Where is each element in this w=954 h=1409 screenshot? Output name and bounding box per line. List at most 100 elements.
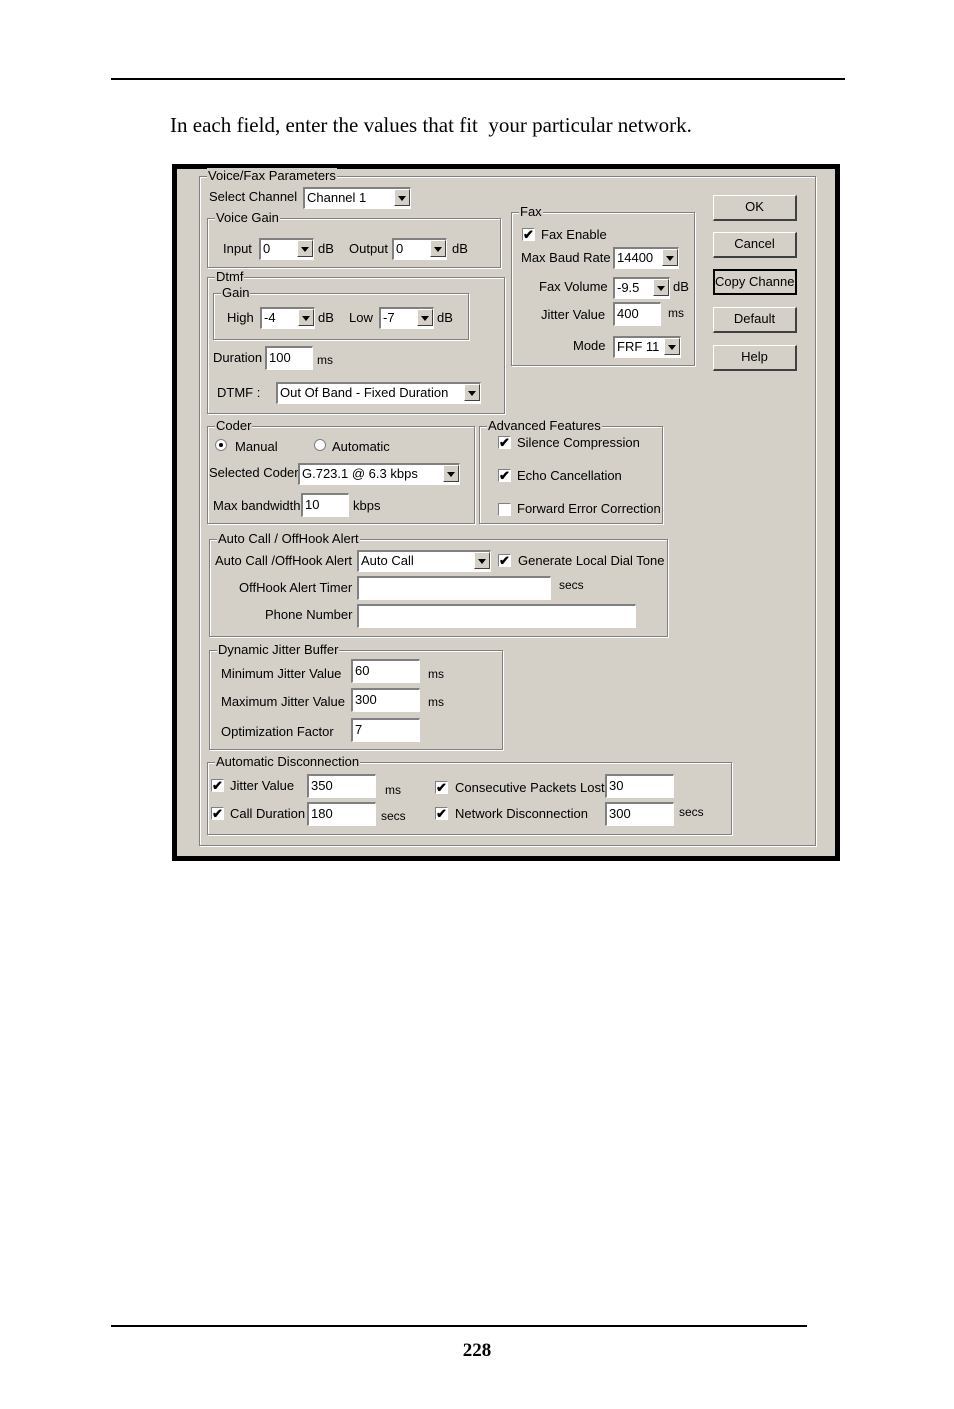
chevron-down-icon[interactable] <box>474 552 490 569</box>
dtmf-mode-value: Out Of Band - Fixed Duration <box>280 385 449 400</box>
dtmf-high-value: -4 <box>264 310 276 325</box>
chevron-down-icon[interactable] <box>297 240 313 257</box>
manual-label: Manual <box>235 439 278 454</box>
max-jitter-label: Maximum Jitter Value <box>221 694 346 709</box>
ok-button[interactable]: OK <box>713 195 797 221</box>
max-baud-rate-label: Max Baud Rate <box>521 250 611 265</box>
optimization-factor-label: Optimization Factor <box>221 724 334 739</box>
fax-jitter-field[interactable]: 400 <box>613 302 661 326</box>
phone-number-label: Phone Number <box>265 607 353 622</box>
chevron-down-icon[interactable] <box>664 338 680 355</box>
chevron-down-icon[interactable] <box>430 240 446 257</box>
manual-radio[interactable] <box>215 439 227 451</box>
disconnect-jitter-field[interactable]: 350 <box>307 774 376 798</box>
fax-volume-combo[interactable]: -9.5 <box>613 277 670 299</box>
echo-cancellation-checkbox[interactable]: ✔ <box>498 469 511 482</box>
max-bandwidth-label: Max bandwidth <box>213 498 301 513</box>
chevron-down-icon[interactable] <box>653 279 669 296</box>
offhook-timer-label: OffHook Alert Timer <box>239 580 353 595</box>
help-button[interactable]: Help <box>713 345 797 371</box>
generate-dial-tone-checkbox[interactable]: ✔ <box>498 554 511 567</box>
dtmf-low-unit: dB <box>437 310 453 325</box>
chevron-down-icon[interactable] <box>394 189 410 206</box>
copy-channel-button[interactable]: Copy Channel <box>713 269 797 295</box>
echo-cancellation-label: Echo Cancellation <box>517 468 622 483</box>
network-disconnection-unit: secs <box>679 805 704 819</box>
dtmf-low-label: Low <box>349 310 373 325</box>
intro-text: In each field, enter the values that fit… <box>170 113 692 137</box>
input-gain-combo[interactable]: 0 <box>259 238 314 260</box>
fax-volume-value: -9.5 <box>617 280 640 295</box>
max-jitter-field[interactable]: 300 <box>351 688 420 712</box>
voice-fax-parameters-title: Voice/Fax Parameters <box>207 168 337 183</box>
chevron-down-icon[interactable] <box>417 309 433 326</box>
packets-lost-field[interactable]: 30 <box>605 774 674 798</box>
call-duration-unit: secs <box>381 809 406 823</box>
voice-fax-dialog: Voice/Fax Parameters Select Channel Chan… <box>177 168 835 856</box>
fax-mode-combo[interactable]: FRF 11 <box>613 336 681 358</box>
fax-jitter-label: Jitter Value <box>541 307 606 322</box>
fax-volume-label: Fax Volume <box>539 279 608 294</box>
dtmf-high-label: High <box>227 310 254 325</box>
voice-gain-title: Voice Gain <box>215 210 280 225</box>
dtmf-high-combo[interactable]: -4 <box>260 307 315 329</box>
dialog-screenshot: Voice/Fax Parameters Select Channel Chan… <box>172 164 840 861</box>
jitter-buffer-title: Dynamic Jitter Buffer <box>217 642 340 657</box>
min-jitter-field[interactable]: 60 <box>351 659 420 683</box>
disconnect-jitter-unit: ms <box>385 783 401 797</box>
selected-coder-combo[interactable]: G.723.1 @ 6.3 kbps <box>298 463 460 485</box>
dtmf-duration-field[interactable]: 100 <box>265 346 313 370</box>
forward-error-correction-label: Forward Error Correction <box>517 501 661 516</box>
offhook-timer-field[interactable] <box>357 576 551 600</box>
fax-mode-label: Mode <box>573 338 606 353</box>
fax-enable-label: Fax Enable <box>541 227 607 242</box>
cancel-button[interactable]: Cancel <box>713 232 797 258</box>
page-number: 228 <box>462 1340 492 1361</box>
dtmf-duration-label: Duration <box>213 350 263 365</box>
input-gain-label: Input <box>223 241 252 256</box>
dtmf-mode-label: DTMF : <box>217 385 261 400</box>
min-jitter-label: Minimum Jitter Value <box>221 666 342 681</box>
silence-compression-checkbox[interactable]: ✔ <box>498 436 511 449</box>
dtmf-mode-combo[interactable]: Out Of Band - Fixed Duration <box>276 382 481 404</box>
fax-jitter-unit: ms <box>668 306 684 320</box>
max-baud-rate-combo[interactable]: 14400 <box>613 247 679 269</box>
auto-call-mode-label: Auto Call /OffHook Alert <box>215 553 353 568</box>
select-channel-combo[interactable]: Channel 1 <box>303 187 411 209</box>
output-gain-value: 0 <box>396 241 404 256</box>
disconnect-jitter-checkbox[interactable]: ✔ <box>211 779 224 792</box>
bottom-rule <box>111 1325 807 1327</box>
chevron-down-icon[interactable] <box>662 249 678 266</box>
fax-enable-checkbox[interactable]: ✔ <box>522 228 535 241</box>
output-gain-unit: dB <box>452 241 468 256</box>
selected-coder-label: Selected Coder <box>209 465 299 480</box>
coder-title: Coder <box>215 418 253 433</box>
network-disconnection-field[interactable]: 300 <box>605 802 674 826</box>
optimization-factor-field[interactable]: 7 <box>351 718 420 742</box>
output-gain-combo[interactable]: 0 <box>392 238 447 260</box>
chevron-down-icon[interactable] <box>464 384 480 401</box>
auto-call-mode-combo[interactable]: Auto Call <box>357 550 491 572</box>
chevron-down-icon[interactable] <box>298 309 314 326</box>
automatic-radio[interactable] <box>314 439 326 451</box>
forward-error-correction-checkbox[interactable] <box>498 503 511 516</box>
network-disconnection-checkbox[interactable]: ✔ <box>435 807 448 820</box>
dtmf-low-value: -7 <box>383 310 395 325</box>
default-button[interactable]: Default <box>713 307 797 333</box>
generate-dial-tone-label: Generate Local Dial Tone <box>518 553 665 568</box>
max-bandwidth-field[interactable]: 10 <box>301 493 349 517</box>
dtmf-low-combo[interactable]: -7 <box>379 307 434 329</box>
dtmf-gain-title: Gain <box>221 285 251 300</box>
auto-call-title: Auto Call / OffHook Alert <box>217 531 360 546</box>
max-bandwidth-unit: kbps <box>353 498 381 513</box>
packets-lost-checkbox[interactable]: ✔ <box>435 781 448 794</box>
call-duration-field[interactable]: 180 <box>307 802 376 826</box>
phone-number-field[interactable] <box>357 604 636 628</box>
max-jitter-unit: ms <box>428 695 444 709</box>
input-gain-unit: dB <box>318 241 334 256</box>
select-channel-label: Select Channel <box>209 189 298 204</box>
fax-mode-value: FRF 11 <box>617 339 660 354</box>
dtmf-duration-unit: ms <box>317 353 333 367</box>
chevron-down-icon[interactable] <box>443 465 459 482</box>
call-duration-checkbox[interactable]: ✔ <box>211 807 224 820</box>
